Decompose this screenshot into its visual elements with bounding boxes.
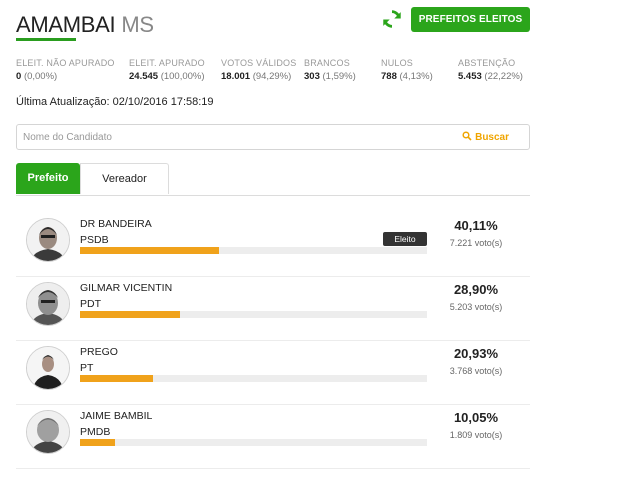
candidate-percent: 10,05% <box>453 410 499 425</box>
city-name: AMAMBAI <box>16 12 116 37</box>
stat-label: ELEIT. NÃO APURADO <box>16 58 115 68</box>
page-title: AMAMBAI MS <box>16 12 154 38</box>
vote-bar-fill <box>80 247 220 254</box>
stat-value: 788 <box>381 71 397 82</box>
last-update-label: Última Atualização: <box>16 96 110 108</box>
stat-value: 5.453 <box>458 71 482 82</box>
stat-label: NULOS <box>381 58 414 68</box>
stat-nao-apurado: ELEIT. NÃO APURADO 0 (0,00%) <box>16 58 115 82</box>
vote-bar <box>80 439 427 446</box>
candidate-name: GILMAR VICENTIN <box>80 282 173 294</box>
vote-bar <box>80 311 427 318</box>
last-update-value: 02/10/2016 17:58:19 <box>112 96 214 108</box>
candidate-name: PREGO <box>80 346 118 358</box>
stat-value: 303 <box>304 71 320 82</box>
candidate-row[interactable]: JAIME BAMBIL PMDB 10,05% 1.809 voto(s) <box>16 404 530 469</box>
candidate-row[interactable]: PREGO PT 20,93% 3.768 voto(s) <box>16 340 530 405</box>
candidate-name: DR BANDEIRA <box>80 218 152 230</box>
stat-nulos: NULOS 788 (4,13%) <box>381 58 433 82</box>
search-button-label: Buscar <box>475 132 509 143</box>
search-box: Buscar <box>16 124 530 150</box>
candidate-avatar <box>26 410 70 454</box>
candidate-avatar <box>26 218 70 262</box>
tab-bar: Prefeito Vereador <box>16 163 530 196</box>
stat-pct: (94,29%) <box>252 71 292 82</box>
stat-value: 24.545 <box>129 71 159 82</box>
vote-bar-fill <box>80 375 153 382</box>
stat-label: BRANCOS <box>304 58 350 68</box>
stat-value: 18.001 <box>221 71 251 82</box>
stat-value: 0 <box>16 71 22 82</box>
vote-bar-fill <box>80 439 115 446</box>
refresh-icon[interactable] <box>380 8 404 30</box>
tab-prefeito[interactable]: Prefeito <box>16 163 80 194</box>
title-underline <box>16 38 76 41</box>
candidate-votes: 1.809 voto(s) <box>449 430 503 440</box>
candidate-votes: 7.221 voto(s) <box>449 238 503 248</box>
avatar-photo <box>27 347 69 389</box>
search-icon <box>462 131 472 141</box>
candidate-percent: 20,93% <box>453 346 499 361</box>
candidate-percent: 40,11% <box>454 218 498 233</box>
vote-bar <box>80 375 427 382</box>
stat-pct: (1,59%) <box>322 71 356 82</box>
candidate-votes: 5.203 voto(s) <box>449 302 503 312</box>
candidate-avatar <box>26 346 70 390</box>
candidate-row[interactable]: DR BANDEIRA PSDB Eleito 40,11% 7.221 vot… <box>16 212 530 277</box>
last-update: Última Atualização: 02/10/2016 17:58:19 <box>16 96 214 108</box>
candidate-name: JAIME BAMBIL <box>80 410 153 422</box>
candidate-party: PDT <box>80 298 101 310</box>
search-input[interactable] <box>21 127 445 147</box>
stat-votos-validos: VOTOS VÁLIDOS 18.001 (94,29%) <box>221 58 296 82</box>
stat-brancos: BRANCOS 303 (1,59%) <box>304 58 356 82</box>
vote-bar-fill <box>80 311 181 318</box>
stat-label: ELEIT. APURADO <box>129 58 205 68</box>
tab-vereador[interactable]: Vereador <box>80 163 169 194</box>
elected-badge: Eleito <box>383 232 427 246</box>
stat-pct: (100,00%) <box>160 71 205 82</box>
avatar-photo <box>27 219 69 261</box>
stat-label: VOTOS VÁLIDOS <box>221 58 297 68</box>
candidate-percent: 28,90% <box>453 282 499 297</box>
prefeitos-eleitos-button[interactable]: PREFEITOS ELEITOS <box>411 7 530 32</box>
state-name: MS <box>121 12 154 37</box>
stat-label: ABSTENÇÃO <box>458 58 516 68</box>
candidate-party: PSDB <box>80 234 109 246</box>
avatar-photo <box>27 283 69 325</box>
search-button[interactable]: Buscar <box>462 131 509 143</box>
candidate-avatar <box>26 282 70 326</box>
vote-bar <box>80 247 427 254</box>
candidate-party: PMDB <box>80 426 111 438</box>
stat-pct: (4,13%) <box>399 71 433 82</box>
candidate-party: PT <box>80 362 94 374</box>
candidate-votes: 3.768 voto(s) <box>449 366 503 376</box>
stat-pct: (0,00%) <box>23 71 58 82</box>
stat-pct: (22,22%) <box>484 71 523 82</box>
candidate-row[interactable]: GILMAR VICENTIN PDT 28,90% 5.203 voto(s) <box>16 276 530 341</box>
stat-apurado: ELEIT. APURADO 24.545 (100,00%) <box>129 58 205 82</box>
stat-abstencao: ABSTENÇÃO 5.453 (22,22%) <box>458 58 523 82</box>
stats-row: ELEIT. NÃO APURADO 0 (0,00%) ELEIT. APUR… <box>16 58 536 84</box>
avatar-photo <box>27 411 69 453</box>
